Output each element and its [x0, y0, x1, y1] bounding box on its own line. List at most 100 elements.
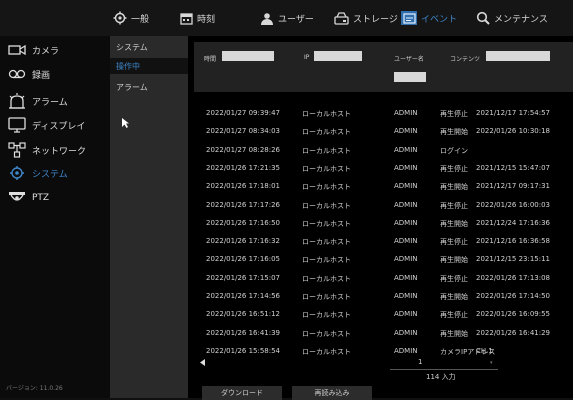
- log-cell-detail: 2022/01/26 16:09:55: [476, 310, 551, 319]
- tab-storage-label: ストレージ: [353, 14, 398, 25]
- log-cell-time: 2022/01/26 17:21:35: [206, 163, 281, 172]
- log-cell-action: 再生開始: [440, 219, 468, 228]
- log-cell-action: 再生開始: [440, 293, 468, 301]
- gear-icon: [113, 11, 127, 25]
- log-cell-action: 再生停止: [440, 238, 468, 247]
- log-cell-time: 2022/01/26 17:16:05: [206, 255, 281, 264]
- tab-event[interactable]: イベント: [401, 9, 457, 27]
- log-cell-action: 再生開始: [440, 329, 468, 338]
- calendar-icon: [180, 12, 193, 25]
- sidebar-item-system-label: システム: [32, 169, 68, 180]
- log-cell-time: 2022/01/26 17:16:32: [206, 237, 281, 246]
- log-cell-time: 2022/01/26 17:14:56: [206, 292, 281, 300]
- log-cell-action: 再生開始: [440, 256, 468, 265]
- log-cell-host: ローカルホスト: [302, 183, 351, 192]
- sidebar-item-ptz-label: PTZ: [32, 193, 50, 203]
- log-cell-action: 再生停止: [440, 311, 468, 320]
- filter-time-field[interactable]: [222, 51, 274, 61]
- network-icon: [8, 142, 26, 158]
- page-scroll-caret-icon[interactable]: ▾: [490, 360, 493, 366]
- log-cell-user: ADMIN: [394, 163, 418, 172]
- log-cell-detail: CH.1: [476, 346, 493, 355]
- log-cell-user: ADMIN: [394, 109, 418, 117]
- log-cell-user: ADMIN: [394, 237, 418, 246]
- sidebar-item-record[interactable]: 録画: [8, 65, 50, 83]
- log-cell-user: ADMIN: [394, 292, 418, 300]
- log-cell-detail: 2021/12/15 15:47:07: [476, 163, 551, 172]
- tab-event-label: イベント: [421, 14, 458, 25]
- log-cell-user: ADMIN: [394, 346, 418, 355]
- log-cell-host: ローカルホスト: [302, 219, 351, 228]
- log-cell-detail: 2021/12/15 23:15:11: [476, 255, 551, 264]
- submenu-item-alarm[interactable]: アラーム: [116, 82, 148, 93]
- tab-time[interactable]: 時刻: [180, 9, 215, 27]
- log-cell-user: ADMIN: [394, 273, 418, 282]
- storage-icon: [334, 11, 349, 25]
- log-cell-action: 再生停止: [440, 201, 468, 210]
- log-cell-host: ローカルホスト: [302, 110, 351, 118]
- sidebar-item-alarm[interactable]: アラーム: [8, 92, 68, 110]
- event-log-content: 時間 IP ユーザー名 コンテンツ 2022/01/27 09:39:47 ローカ…: [188, 36, 573, 400]
- log-cell-action: 再生停止: [440, 110, 468, 118]
- sidebar-item-network[interactable]: ネットワーク: [8, 141, 86, 159]
- log-cell-action: 再生開始: [440, 183, 468, 192]
- sub-menu-panel: システム 操作中 アラーム: [110, 36, 188, 398]
- filter-user-field[interactable]: [394, 72, 426, 82]
- tab-maintenance-label: メンテナンス: [494, 14, 548, 25]
- sidebar-item-camera[interactable]: カメラ: [8, 41, 59, 59]
- log-cell-user: ADMIN: [394, 255, 418, 264]
- log-cell-action: 再生停止: [440, 274, 468, 283]
- tab-general-label: 一般: [131, 14, 150, 25]
- pager: 1 ▾ 114 入力: [194, 358, 573, 386]
- log-cell-detail: 2021/12/16 16:36:58: [476, 237, 551, 246]
- filter-time-label: 時間: [204, 56, 217, 63]
- sidebar-item-alarm-label: アラーム: [32, 97, 68, 108]
- log-cell-detail: 2021/12/17 17:54:57: [476, 109, 551, 117]
- filter-ip-field[interactable]: [314, 51, 362, 61]
- log-cell-time: 2022/01/26 16:51:12: [206, 310, 281, 319]
- sidebar-item-display[interactable]: ディスプレイ: [8, 116, 85, 134]
- log-cell-host: ローカルホスト: [302, 164, 351, 173]
- log-cell-host: ローカルホスト: [302, 201, 351, 210]
- ptz-camera-icon: [9, 192, 25, 201]
- log-cell-detail: 2022/01/26 16:00:03: [476, 200, 551, 209]
- log-cell-host: ローカルホスト: [302, 329, 351, 338]
- log-cell-time: 2022/01/26 17:17:26: [206, 200, 281, 209]
- maintenance-icon: [476, 11, 490, 25]
- camera-icon: [8, 44, 26, 56]
- tab-general[interactable]: 一般: [113, 9, 149, 27]
- sidebar-item-system[interactable]: システム: [8, 164, 68, 182]
- log-cell-detail: 2021/12/24 17:16:36: [476, 218, 551, 227]
- pager-divider: [390, 369, 498, 370]
- tab-storage[interactable]: ストレージ: [334, 9, 398, 27]
- log-cell-user: ADMIN: [394, 127, 418, 136]
- tab-users[interactable]: ユーザー: [260, 9, 314, 27]
- log-cell-time: 2022/01/26 17:16:50: [206, 218, 281, 227]
- sidebar-item-ptz[interactable]: PTZ: [8, 189, 49, 207]
- submenu-item-system[interactable]: システム: [116, 42, 148, 53]
- log-cell-host: ローカルホスト: [302, 347, 351, 356]
- filter-ip-label: IP: [304, 54, 310, 61]
- log-cell-time: 2022/01/26 17:15:07: [206, 273, 281, 282]
- log-cell-time: 2022/01/26 15:58:54: [206, 346, 281, 355]
- page-number: 1: [418, 358, 423, 366]
- sidebar-item-network-label: ネットワーク: [32, 146, 87, 157]
- log-cell-action: 再生開始: [440, 128, 468, 137]
- tab-time-label: 時刻: [197, 14, 216, 25]
- log-cell-action: 再生停止: [440, 164, 468, 173]
- log-cell-time: 2022/01/27 09:39:47: [206, 109, 281, 117]
- filter-content-label: コンテンツ: [450, 56, 481, 63]
- log-cell-host: ローカルホスト: [302, 238, 351, 247]
- log-cell-detail: 2022/01/26 17:14:50: [476, 292, 551, 300]
- tab-users-label: ユーザー: [278, 14, 314, 25]
- sidebar-item-camera-label: カメラ: [32, 46, 60, 57]
- tab-maintenance[interactable]: メンテナンス: [476, 9, 548, 27]
- log-cell-user: ADMIN: [394, 310, 418, 319]
- submenu-item-operation[interactable]: 操作中: [110, 58, 188, 74]
- users-icon: [261, 12, 273, 25]
- sidebar-item-display-label: ディスプレイ: [32, 121, 86, 132]
- log-cell-host: ローカルホスト: [302, 146, 351, 155]
- filter-user-label: ユーザー名: [394, 56, 424, 63]
- scroll-left-arrow-icon[interactable]: [200, 359, 206, 366]
- filter-content-field[interactable]: [486, 51, 550, 61]
